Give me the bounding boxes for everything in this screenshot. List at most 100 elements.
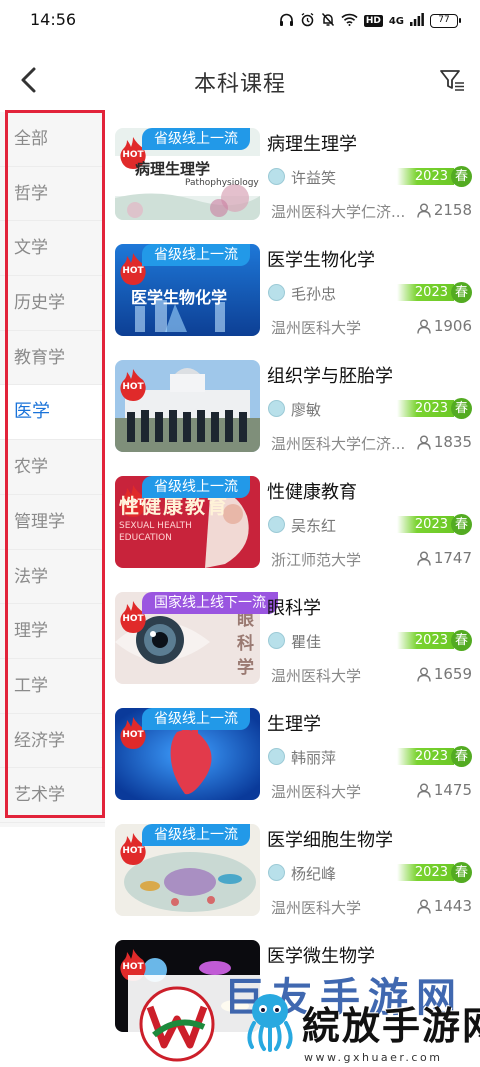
school-name: 温州医科大学 <box>271 783 362 801</box>
network-type: 4G <box>388 15 404 27</box>
course-rank-ribbon: 省级线上一流 <box>142 128 250 150</box>
hot-label: HOT <box>122 382 144 392</box>
term-year: 2023 <box>396 632 454 649</box>
sidebar-item-2[interactable]: 文学 <box>0 221 105 277</box>
status-icons: HD 4G 77 <box>279 10 461 32</box>
teacher-name: 廖敏 <box>291 401 322 419</box>
teacher-avatar <box>268 400 285 417</box>
view-count-value: 1475 <box>433 781 472 799</box>
course-item[interactable]: HOT 眼科学 国家线上线下一流 眼科学 瞿佳 2023 春 温州医科大学 1659 <box>105 576 480 692</box>
hd-badge: HD <box>363 15 383 27</box>
sidebar-item-3[interactable]: 历史学 <box>0 276 105 331</box>
term-year: 2023 <box>396 864 454 881</box>
sidebar-item-12[interactable]: 艺术学 <box>0 768 105 823</box>
hot-label: HOT <box>122 730 144 740</box>
sidebar-item-4[interactable]: 教育学 <box>0 331 105 386</box>
term-season: 春 <box>451 862 472 883</box>
course-item[interactable]: HOT 省级线上一流 医学细胞生物学 杨纪峰 2023 春 温州医科大学 1443 <box>105 808 480 924</box>
sidebar-item-7[interactable]: 管理学 <box>0 495 105 550</box>
term-season: 春 <box>451 630 472 651</box>
teacher-avatar <box>268 516 285 533</box>
filter-button[interactable] <box>438 66 466 94</box>
course-item[interactable]: HOT 省级线上一流 生理学 韩丽萍 2023 春 温州医科大学 1475 <box>105 692 480 808</box>
view-count: 1443 <box>417 897 472 915</box>
signal-icon <box>410 13 424 29</box>
sidebar-item-5[interactable]: 医学 <box>0 385 105 441</box>
term-badge: 2023 春 <box>396 514 472 535</box>
course-title[interactable]: 医学细胞生物学 <box>267 826 393 852</box>
course-item[interactable]: HOT 性健康教育 SEXUAL HEALTH EDUCATION 省级线上一流 性健康… <box>105 460 480 576</box>
teacher-avatar <box>268 284 285 301</box>
term-year: 2023 <box>396 748 454 765</box>
view-count-value: 1659 <box>433 665 472 683</box>
course-title[interactable]: 病理生理学 <box>267 130 357 156</box>
status-bar: 14:56 HD 4G 77 <box>0 0 480 44</box>
teacher-name: 吴东红 <box>291 517 337 535</box>
thumb-caption: 医学生物化学 <box>131 288 228 307</box>
person-icon <box>417 435 431 450</box>
course-title[interactable]: 眼科学 <box>267 594 321 620</box>
view-count: 1475 <box>417 781 472 799</box>
thumb-subcaption: SEXUAL HEALTH EDUCATION <box>119 521 192 543</box>
thumb-caption: 病理生理学 <box>135 160 211 178</box>
school-name: 温州医科大学仁济... <box>271 203 406 221</box>
term-year: 2023 <box>396 284 454 301</box>
headphones-icon <box>279 13 294 30</box>
view-count-value: 1906 <box>433 317 472 335</box>
sidebar-item-1[interactable]: 哲学 <box>0 167 105 222</box>
view-count-value: 1835 <box>433 433 472 451</box>
sidebar-item-9[interactable]: 理学 <box>0 604 105 659</box>
course-rank-ribbon: 国家线上线下一流 <box>142 592 278 614</box>
view-count: 1747 <box>417 549 472 567</box>
battery-icon: 77 <box>430 14 461 28</box>
term-badge: 2023 春 <box>396 282 472 303</box>
course-title[interactable]: 医学生物化学 <box>267 246 375 272</box>
teacher-avatar <box>268 864 285 881</box>
sidebar-item-6[interactable]: 农学 <box>0 440 105 495</box>
course-list[interactable]: HOT 病理生理学 Pathophysiology 省级线上一流 病理生理学 许益笑 20… <box>105 112 480 1067</box>
term-season: 春 <box>451 746 472 767</box>
term-badge: 2023 春 <box>396 862 472 883</box>
category-sidebar: 全部 哲学 文学 历史学 教育学 医学 农学 管理学 法学 理学 工学 经济学 艺术学 <box>0 112 105 827</box>
course-thumbnail: HOT <box>115 360 260 452</box>
course-item[interactable]: HOT 医学生物化学 省级线上一流 医学生物化学 毛孙忠 2023 春 温州医科大学 1… <box>105 228 480 344</box>
view-count: 2158 <box>417 201 472 219</box>
thumb-caption: 眼科学 <box>237 610 254 678</box>
school-name: 浙江师范大学 <box>271 551 362 569</box>
course-rank-ribbon: 省级线上一流 <box>142 476 250 498</box>
person-icon <box>417 203 431 218</box>
view-count: 1906 <box>417 317 472 335</box>
term-season: 春 <box>451 166 472 187</box>
term-badge: 2023 春 <box>396 398 472 419</box>
watermark-url: www.gxhuaer.com <box>304 1051 443 1064</box>
teacher-name: 毛孙忠 <box>291 285 337 303</box>
course-item[interactable]: HOT 组织学与胚胎学 廖敏 2023 春 温州医科大学仁济... 1835 <box>105 344 480 460</box>
status-time: 14:56 <box>30 10 77 29</box>
sidebar-item-11[interactable]: 经济学 <box>0 714 105 769</box>
term-year: 2023 <box>396 400 454 417</box>
hot-label: HOT <box>122 846 144 856</box>
watermark: 巨友手游网 綄放手游网 www.gxhuaer.com <box>128 975 480 1067</box>
course-title[interactable]: 生理学 <box>267 710 321 736</box>
view-count-value: 2158 <box>433 201 472 219</box>
teacher-avatar <box>268 632 285 649</box>
school-name: 温州医科大学 <box>271 899 362 917</box>
school-name: 温州医科大学 <box>271 319 362 337</box>
sidebar-item-10[interactable]: 工学 <box>0 659 105 714</box>
term-badge: 2023 春 <box>396 630 472 651</box>
watermark-octopus-icon <box>247 994 293 1052</box>
course-item[interactable]: HOT 病理生理学 Pathophysiology 省级线上一流 病理生理学 许益笑 20… <box>105 112 480 228</box>
term-year: 2023 <box>396 516 454 533</box>
person-icon <box>417 899 431 914</box>
course-title[interactable]: 组织学与胚胎学 <box>267 362 393 388</box>
course-rank-ribbon: 省级线上一流 <box>142 824 250 846</box>
course-rank-ribbon: 省级线上一流 <box>142 708 250 730</box>
person-icon <box>417 667 431 682</box>
course-title[interactable]: 性健康教育 <box>267 478 357 504</box>
watermark-w-logo-icon <box>139 986 215 1062</box>
teacher-name: 许益笑 <box>291 169 337 187</box>
sidebar-item-8[interactable]: 法学 <box>0 550 105 605</box>
sidebar-item-0[interactable]: 全部 <box>0 112 105 167</box>
view-count: 1659 <box>417 665 472 683</box>
teacher-avatar <box>268 168 285 185</box>
